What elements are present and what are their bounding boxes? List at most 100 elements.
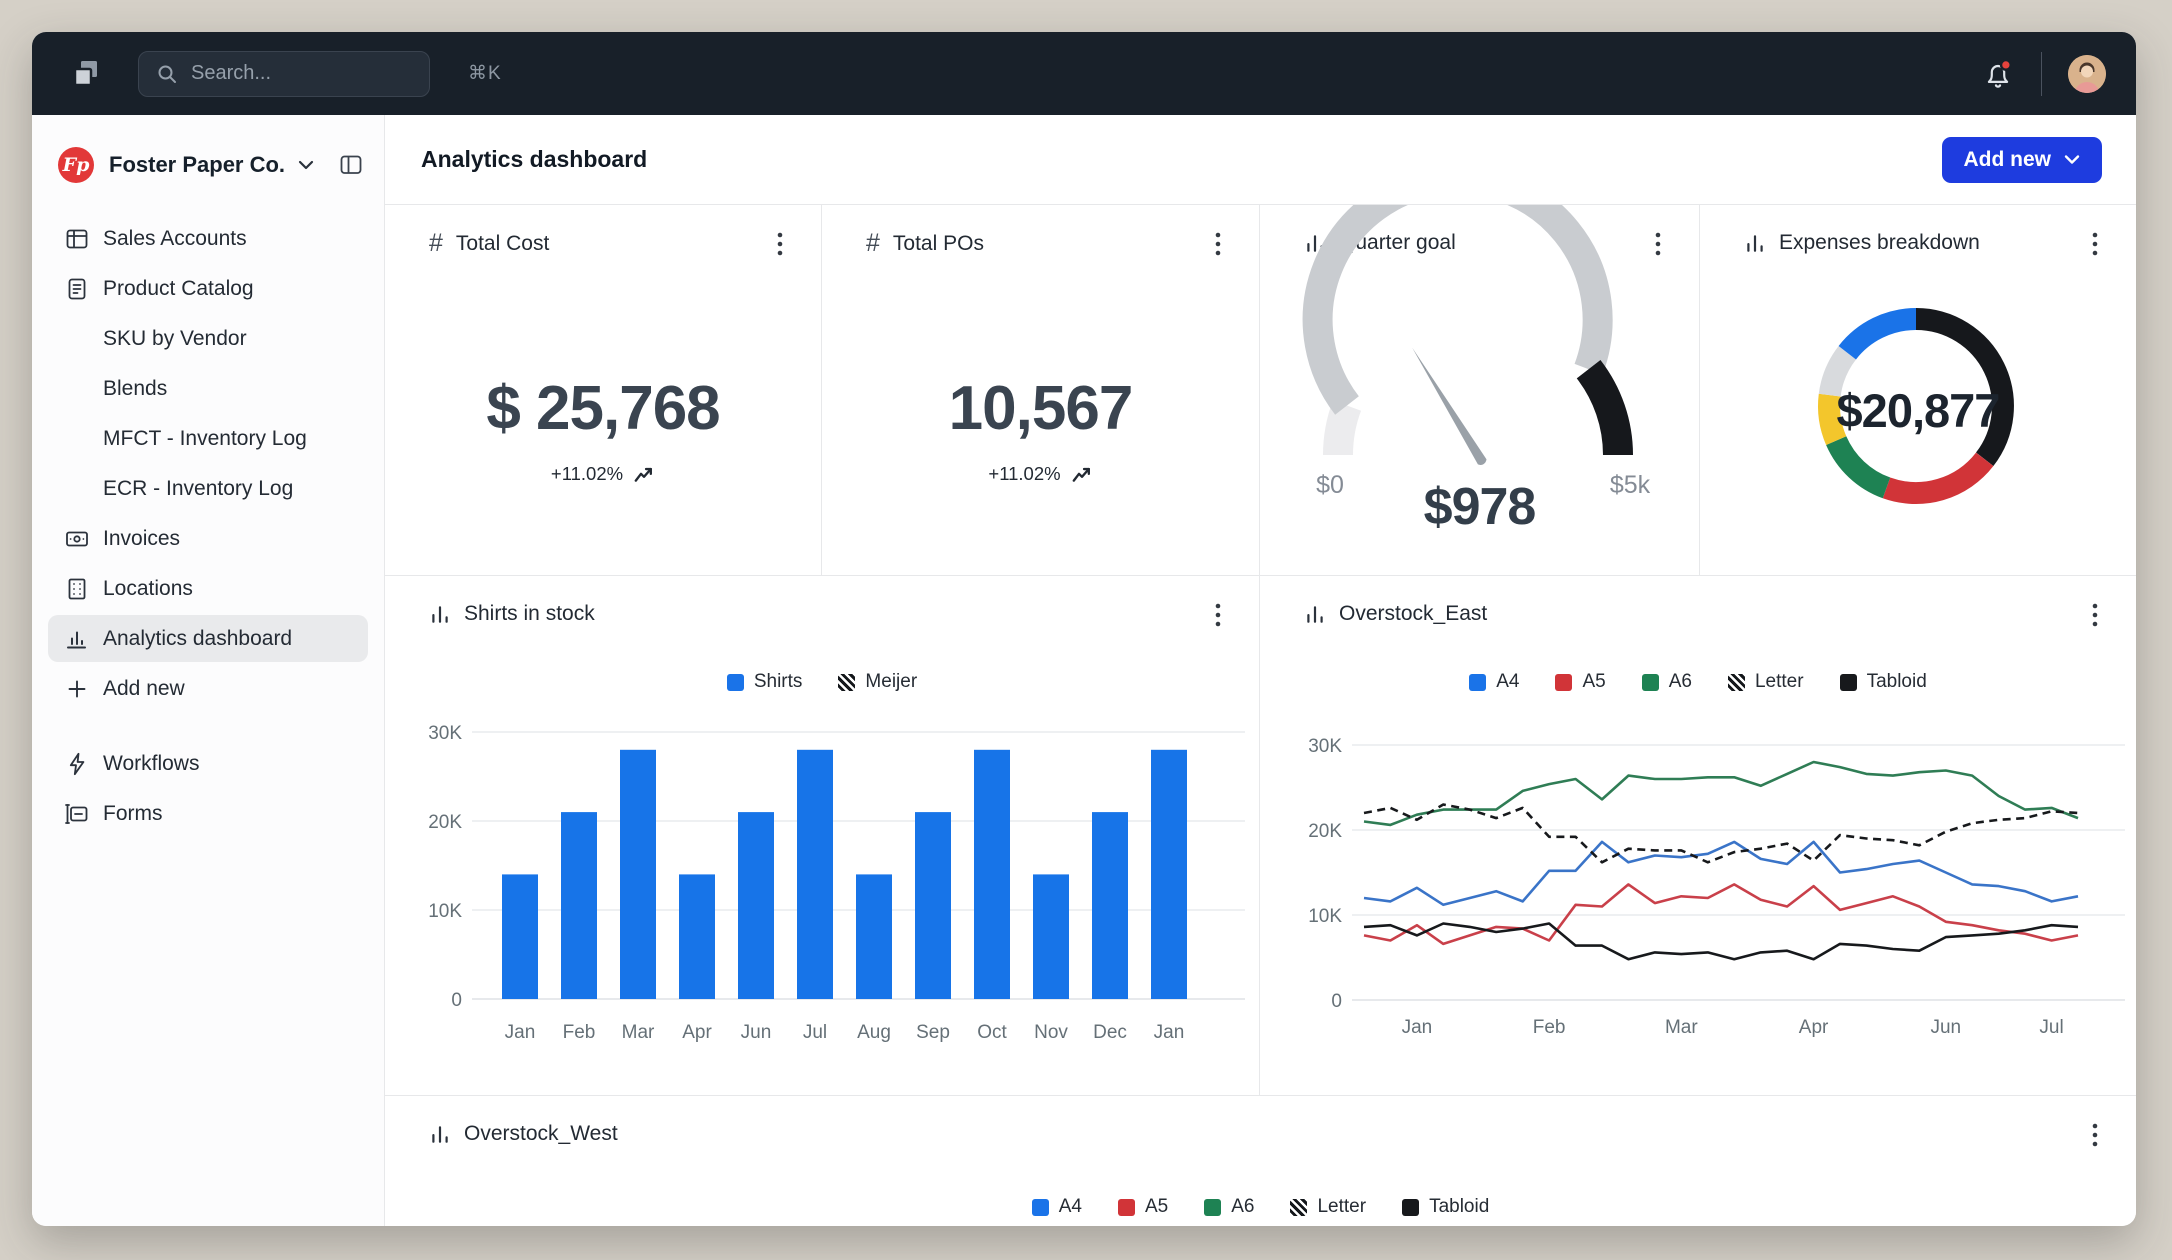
kpi-value: 10,567 bbox=[948, 374, 1134, 443]
legend: Shirts Meijer bbox=[385, 671, 1259, 693]
legend: A4 A5 A6 Letter Tabloid bbox=[1260, 671, 2136, 693]
mini-chart-icon bbox=[429, 1123, 451, 1145]
add-new-button[interactable]: Add new bbox=[1941, 136, 2102, 183]
mini-chart-icon bbox=[1304, 603, 1326, 625]
chevron-down-icon bbox=[297, 158, 315, 172]
legend-item-tabloid[interactable]: Tabloid bbox=[1839, 671, 1927, 693]
banknote-icon bbox=[64, 526, 90, 552]
company-logo: Fp bbox=[58, 147, 94, 183]
card-title: Total POs bbox=[892, 231, 984, 255]
legend-item-a5[interactable]: A5 bbox=[1555, 671, 1606, 693]
panel-menu-button[interactable] bbox=[2080, 1120, 2110, 1152]
app-logo-icon[interactable] bbox=[70, 58, 102, 90]
sidebar-item-invoices[interactable]: Invoices bbox=[48, 515, 368, 562]
gauge-value: $978 bbox=[1423, 478, 1537, 536]
legend-swatch bbox=[1290, 1198, 1308, 1216]
sidebar-item-locations[interactable]: Locations bbox=[48, 565, 368, 612]
chevron-down-icon bbox=[2064, 155, 2080, 164]
sidebar-item-product-catalog[interactable]: Product Catalog bbox=[48, 265, 368, 312]
legend-item-letter[interactable]: Letter bbox=[1727, 671, 1804, 693]
legend-label: A4 bbox=[1496, 671, 1520, 692]
legend-item-a4[interactable]: A4 bbox=[1469, 671, 1519, 693]
legend-label: Tabloid bbox=[1866, 671, 1927, 692]
card-menu-button[interactable] bbox=[765, 229, 795, 261]
legend-item-meijer[interactable]: Meijer bbox=[838, 671, 917, 693]
svg-text:Jul: Jul bbox=[803, 1022, 827, 1043]
sidebar-item-sales-accounts[interactable]: Sales Accounts bbox=[48, 215, 368, 262]
trend-up-icon bbox=[634, 467, 653, 482]
topbar-right bbox=[1981, 51, 2106, 96]
kpi-row: # Total Cost $ 25,768 +11.02% # Total PO… bbox=[385, 205, 2136, 575]
sidebar-item-blends[interactable]: Blends bbox=[48, 365, 368, 412]
sidebar-item-label: Forms bbox=[103, 801, 163, 825]
trend-up-icon bbox=[1072, 467, 1090, 482]
notifications-button[interactable] bbox=[1981, 57, 2015, 91]
legend-label: A4 bbox=[1058, 1196, 1082, 1217]
sidebar-item-ecr-inventory-log[interactable]: ECR - Inventory Log bbox=[48, 465, 368, 512]
kpi-value: $ 25,768 bbox=[486, 374, 720, 443]
company-switcher[interactable]: Fp Foster Paper Co. bbox=[32, 137, 384, 193]
panel-title: Shirts in stock bbox=[464, 602, 595, 625]
legend-item-a4[interactable]: A4 bbox=[1031, 1196, 1082, 1218]
donut-total: $20,877 bbox=[1836, 384, 2001, 437]
card-quarter-goal: Quarter goal $0 $5k $978 bbox=[1260, 205, 1700, 575]
legend-item-a5[interactable]: A5 bbox=[1117, 1196, 1168, 1218]
card-menu-button[interactable] bbox=[1203, 229, 1233, 261]
legend-label: Letter bbox=[1754, 671, 1804, 692]
card-title: Total Cost bbox=[455, 231, 550, 255]
search-icon bbox=[155, 62, 179, 86]
legend-item-shirts[interactable]: Shirts bbox=[726, 671, 802, 693]
plus-icon bbox=[64, 676, 90, 702]
svg-text:Nov: Nov bbox=[1034, 1022, 1068, 1043]
svg-text:Jun: Jun bbox=[1930, 1017, 1961, 1038]
desktop: { "topbar": { "search_placeholder": "Sea… bbox=[0, 0, 2172, 1260]
table-icon bbox=[64, 226, 90, 252]
panel-overstock-west: Overstock_West A4 A5 A6 Letter Tabloid bbox=[385, 1095, 2136, 1226]
svg-text:Jun: Jun bbox=[741, 1022, 772, 1043]
app-window: ⌘K Fp bbox=[32, 32, 2136, 1226]
sidebar-item-analytics-dashboard[interactable]: Analytics dashboard bbox=[48, 615, 368, 662]
notification-dot bbox=[1999, 58, 2012, 71]
legend-item-tabloid[interactable]: Tabloid bbox=[1402, 1196, 1489, 1218]
company-name: Foster Paper Co. bbox=[109, 152, 286, 177]
legend-item-letter[interactable]: Letter bbox=[1290, 1196, 1366, 1218]
sidebar-item-label: Invoices bbox=[103, 526, 181, 550]
legend-swatch bbox=[1469, 673, 1487, 691]
legend: A4 A5 A6 Letter Tabloid bbox=[385, 1196, 2136, 1218]
legend-label: A6 bbox=[1668, 671, 1692, 692]
page-title: Analytics dashboard bbox=[421, 146, 648, 172]
svg-text:Oct: Oct bbox=[977, 1022, 1007, 1043]
sidebar-item-mfct-inventory-log[interactable]: MFCT - Inventory Log bbox=[48, 415, 368, 462]
kpi-delta: +11.02% bbox=[385, 463, 821, 485]
legend-swatch bbox=[838, 673, 856, 691]
svg-text:Mar: Mar bbox=[622, 1022, 655, 1043]
panel-menu-button[interactable] bbox=[1203, 600, 1233, 632]
sidebar-collapse-icon[interactable] bbox=[338, 152, 364, 178]
svg-text:Apr: Apr bbox=[1799, 1017, 1829, 1038]
sidebar-item-sku-by-vendor[interactable]: SKU by Vendor bbox=[48, 315, 368, 362]
legend-label: Meijer bbox=[865, 671, 918, 692]
sidebar-item-label: Add new bbox=[103, 676, 185, 700]
svg-text:20K: 20K bbox=[1308, 821, 1342, 842]
svg-text:Aug: Aug bbox=[857, 1022, 891, 1043]
legend-item-a6[interactable]: A6 bbox=[1641, 671, 1692, 693]
sidebar-item-add-new[interactable]: Add new bbox=[48, 665, 368, 712]
bell-icon bbox=[1987, 58, 2012, 88]
topbar-divider bbox=[2041, 51, 2042, 96]
svg-text:0: 0 bbox=[451, 990, 462, 1011]
sidebar-item-label: Workflows bbox=[103, 751, 200, 775]
avatar[interactable] bbox=[2068, 54, 2106, 93]
panel-menu-button[interactable] bbox=[2080, 600, 2110, 632]
sidebar-item-label: SKU by Vendor bbox=[103, 326, 247, 350]
svg-text:Feb: Feb bbox=[563, 1022, 596, 1043]
search-input[interactable] bbox=[191, 62, 456, 85]
search-box[interactable]: ⌘K bbox=[138, 50, 501, 97]
legend-item-a6[interactable]: A6 bbox=[1204, 1196, 1254, 1218]
sidebar-item-forms[interactable]: Forms bbox=[48, 790, 368, 837]
legend-label: Letter bbox=[1317, 1196, 1367, 1217]
sidebar-nav: Sales Accounts Product Catalog SKU by Vend… bbox=[32, 215, 384, 837]
form-icon bbox=[64, 801, 90, 827]
sidebar-item-workflows[interactable]: Workflows bbox=[48, 740, 368, 787]
legend-swatch bbox=[1641, 673, 1659, 691]
legend-swatch bbox=[1402, 1198, 1420, 1216]
